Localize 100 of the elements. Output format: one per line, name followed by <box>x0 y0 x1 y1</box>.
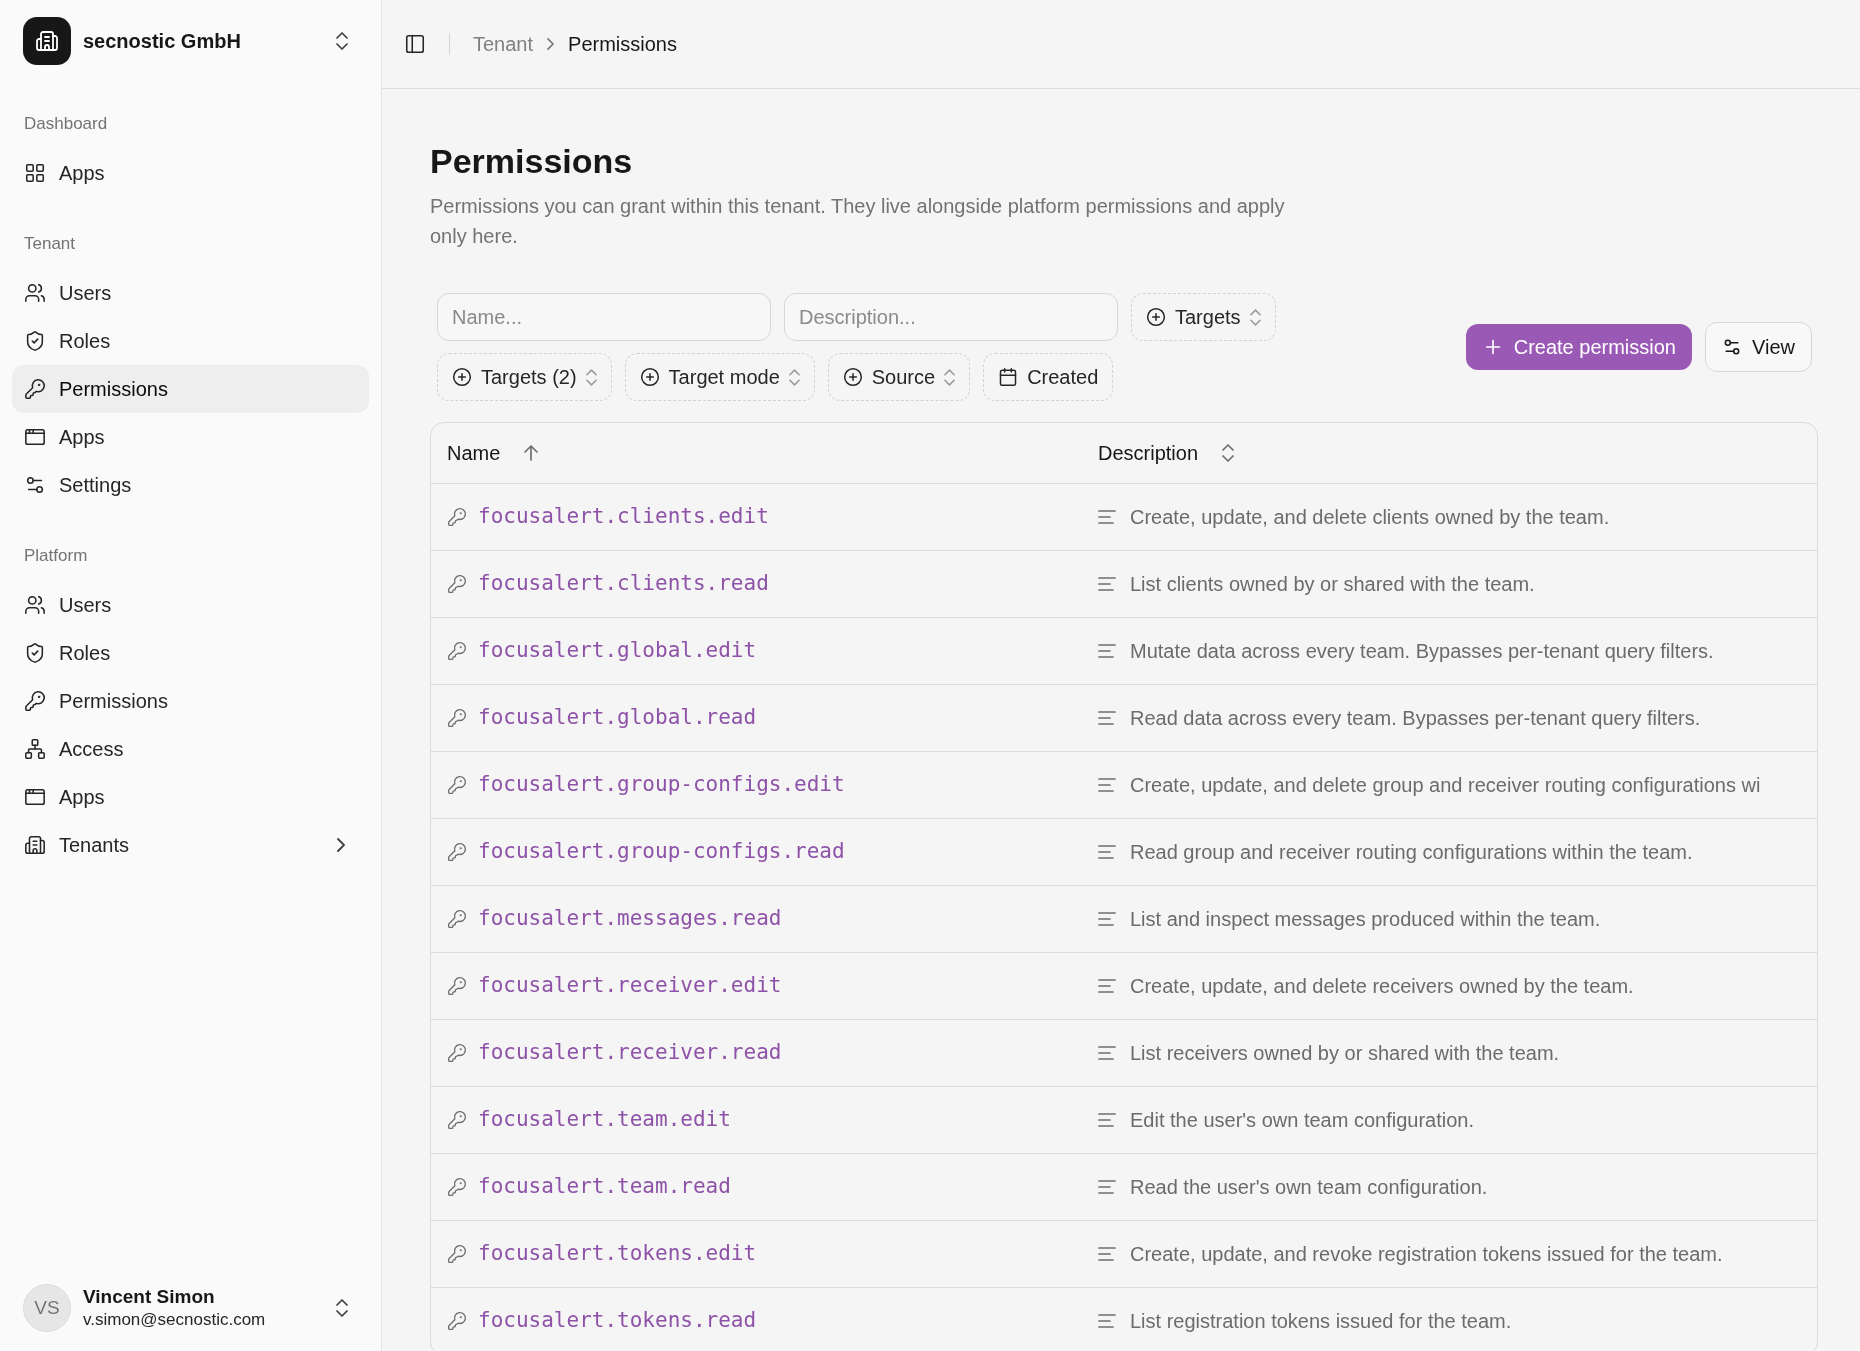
permission-description: Create, update, and delete clients owned by the team. <box>1130 505 1610 530</box>
filter-button[interactable]: Created <box>983 353 1114 401</box>
team-name: secnostic GmbH <box>83 29 241 54</box>
text-lines-icon <box>1098 1046 1116 1060</box>
column-header[interactable]: Name <box>447 438 539 468</box>
permission-description: Read the user's own team configuration. <box>1130 1175 1488 1200</box>
sidebar-item[interactable]: Apps <box>12 773 369 821</box>
sidebar-item[interactable]: Roles <box>12 629 369 677</box>
sidebar-item[interactable]: Settings <box>12 461 369 509</box>
filter-button[interactable]: Targets (2) <box>437 353 612 401</box>
key-icon <box>447 708 467 728</box>
sidebar-toggle-icon[interactable] <box>404 33 426 55</box>
text-lines-icon <box>1098 577 1116 591</box>
filter-button[interactable]: Source <box>827 353 971 401</box>
key-icon <box>447 1043 467 1063</box>
permission-description: List receivers owned by or shared with the team. <box>1130 1041 1560 1066</box>
text-lines-icon <box>1098 1247 1116 1261</box>
permission-link[interactable]: focusalert.tokens.edit <box>478 1238 757 1270</box>
filter-input[interactable]: Description... <box>784 293 1118 341</box>
shield-check-icon <box>24 642 46 664</box>
text-lines-icon <box>1098 912 1116 926</box>
permission-link[interactable]: focusalert.global.edit <box>478 635 757 667</box>
key-icon <box>447 641 467 661</box>
grid-icon <box>24 162 46 184</box>
plus-circle-icon <box>1146 307 1166 327</box>
text-lines-icon <box>1098 1314 1116 1328</box>
building-logo-icon <box>23 17 71 65</box>
permission-link[interactable]: focusalert.global.read <box>478 702 757 734</box>
breadcrumb-link[interactable]: Tenant <box>473 29 534 59</box>
text-lines-icon <box>1098 1180 1116 1194</box>
sidebar-item[interactable]: Access <box>12 725 369 773</box>
key-icon <box>447 1311 467 1331</box>
permission-link[interactable]: focusalert.team.edit <box>478 1104 731 1136</box>
permission-description: Read group and receiver routing configurations within the team. <box>1130 840 1693 865</box>
section-label: Platform <box>23 545 89 568</box>
text-lines-icon <box>1098 845 1116 859</box>
permission-description: List clients owned by or shared with the team. <box>1130 572 1535 597</box>
sidebar-item[interactable]: Tenants <box>12 821 369 869</box>
key-icon <box>447 842 467 862</box>
key-icon <box>447 574 467 594</box>
user-name: Vincent Simon <box>83 1285 216 1309</box>
chevrons-up-down-icon[interactable] <box>336 1299 348 1317</box>
permission-description: Edit the user's own team configuration. <box>1130 1108 1474 1133</box>
window-icon <box>24 786 46 808</box>
network-icon <box>24 738 46 760</box>
key-icon <box>447 1244 467 1264</box>
building-icon <box>24 834 46 856</box>
chevrons-up-down-icon[interactable] <box>336 32 348 50</box>
create-button[interactable]: Create permission <box>1465 324 1692 370</box>
text-lines-icon <box>1098 711 1116 725</box>
text-lines-icon <box>1098 1113 1116 1127</box>
key-icon <box>24 690 46 712</box>
key-icon <box>447 507 467 527</box>
plus-circle-icon <box>452 367 472 387</box>
chevron-right-icon <box>547 38 555 50</box>
sidebar-item[interactable]: Apps <box>12 149 369 197</box>
permission-link[interactable]: focusalert.tokens.read <box>478 1305 757 1337</box>
sliders-icon <box>24 474 46 496</box>
permission-description: Mutate data across every team. Bypasses per-tenant query filters. <box>1130 639 1714 664</box>
key-icon <box>447 1177 467 1197</box>
key-icon <box>24 378 46 400</box>
permission-link[interactable]: focusalert.clients.read <box>478 568 769 600</box>
permission-link[interactable]: focusalert.receiver.edit <box>478 970 782 1002</box>
permission-description: Read data across every team. Bypasses per-tenant query filters. <box>1130 706 1701 731</box>
section-label: Tenant <box>23 233 77 256</box>
sidebar-item[interactable]: Permissions <box>12 677 369 725</box>
plus-circle-icon <box>639 367 660 387</box>
permission-link[interactable]: focusalert.messages.read <box>478 903 782 935</box>
page-title: Permissions <box>430 141 633 181</box>
sidebar-item[interactable]: Users <box>12 581 369 629</box>
permission-link[interactable]: focusalert.receiver.read <box>478 1037 782 1069</box>
text-lines-icon <box>1098 979 1116 993</box>
column-header[interactable]: Description <box>1098 438 1235 468</box>
view-button[interactable]: View <box>1705 322 1812 372</box>
chevrons-up-down-icon <box>788 368 800 386</box>
filter-button[interactable]: Target mode <box>624 353 815 401</box>
text-lines-icon <box>1098 778 1116 792</box>
section-label: Dashboard <box>23 113 109 136</box>
filter-input[interactable]: Name... <box>437 293 771 341</box>
user-email: v.simon@secnostic.com <box>83 1309 266 1331</box>
chevrons-up-down-icon <box>944 368 956 386</box>
key-icon <box>447 775 467 795</box>
chevrons-up-down-icon <box>585 368 597 386</box>
permission-link[interactable]: focusalert.clients.edit <box>478 501 769 533</box>
sidebar-item[interactable]: Roles <box>12 317 369 365</box>
key-icon <box>447 976 467 996</box>
sidebar-item[interactable]: Permissions <box>12 365 369 413</box>
sidebar-item[interactable]: Apps <box>12 413 369 461</box>
breadcrumb-current: Permissions <box>568 32 677 57</box>
sliders-icon <box>1722 337 1742 357</box>
permission-description: Create, update, and delete group and receiver routing configurations wi <box>1130 773 1761 798</box>
users-icon <box>24 594 46 616</box>
filter-button[interactable]: Targets <box>1131 293 1276 341</box>
users-icon <box>24 282 46 304</box>
sidebar-item[interactable]: Users <box>12 269 369 317</box>
permission-link[interactable]: focusalert.group-configs.edit <box>478 769 845 801</box>
permission-link[interactable]: focusalert.group-configs.read <box>478 836 845 868</box>
calendar-icon <box>998 367 1019 387</box>
text-lines-icon <box>1098 644 1116 658</box>
permission-link[interactable]: focusalert.team.read <box>478 1171 731 1203</box>
